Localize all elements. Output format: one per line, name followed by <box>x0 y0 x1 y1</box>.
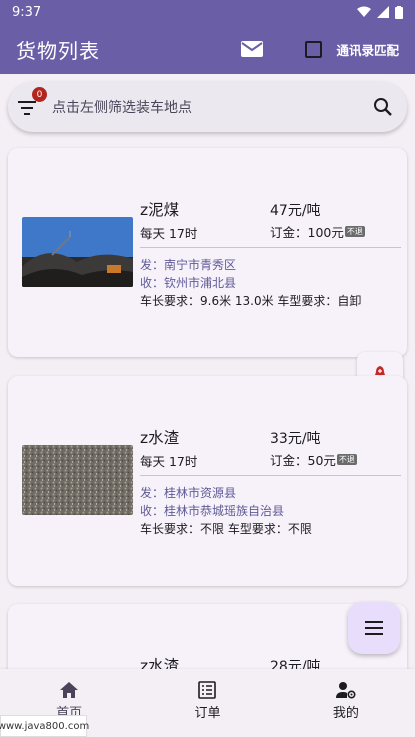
loading-time: 每天 17时 <box>140 226 198 241</box>
non-refundable-tag: 不退 <box>344 226 365 237</box>
menu-icon <box>365 621 383 635</box>
search-icon[interactable] <box>373 97 393 117</box>
nav-profile-label: 我的 <box>332 706 359 721</box>
goods-name: z泥煤 <box>140 201 180 219</box>
unit-price: 47元/吨 <box>270 203 321 219</box>
vehicle-requirement: 车长要求：不限 车型要求：不限 <box>140 522 312 536</box>
cargo-image <box>22 217 133 287</box>
battery-icon <box>395 5 403 19</box>
destination-address: 收：钦州市浦北县 <box>140 276 237 290</box>
contact-match-label[interactable]: 通讯录匹配 <box>336 40 399 59</box>
unit-price: 33元/吨 <box>270 431 321 447</box>
search-bar[interactable]: 0 点击左侧筛选装车地点 <box>8 82 407 132</box>
cargo-card[interactable]: z泥煤 每天 17时 47元/吨 订金：100元 不退 发：南宁市青秀区 收：钦… <box>8 148 407 357</box>
page-title: 货物列表 <box>16 38 100 63</box>
mail-icon[interactable] <box>241 41 264 57</box>
nav-orders[interactable]: 订单 <box>138 669 276 737</box>
origin-address: 发：南宁市青秀区 <box>140 258 237 272</box>
card-divider <box>140 247 401 248</box>
watermark: www.java800.com <box>0 715 89 737</box>
destination-address: 收：桂林市恭城瑶族自治县 <box>140 504 285 518</box>
vehicle-requirement: 车长要求：9.6米 13.0米 车型要求：自卸 <box>140 294 362 308</box>
status-time: 9:37 <box>12 4 42 20</box>
nav-profile[interactable]: 我的 <box>277 669 415 737</box>
home-icon <box>60 682 79 698</box>
loading-time: 每天 17时 <box>140 454 198 469</box>
contact-match-checkbox[interactable] <box>305 40 323 58</box>
search-placeholder[interactable]: 点击左侧筛选装车地点 <box>52 97 373 117</box>
non-refundable-tag: 不退 <box>336 454 357 465</box>
filter-icon <box>18 101 36 115</box>
filter-button[interactable]: 0 <box>18 87 47 117</box>
origin-address: 发：桂林市资源县 <box>140 486 237 500</box>
deposit-amount: 订金：100元 <box>270 225 344 240</box>
filter-count-badge: 0 <box>32 87 47 102</box>
cargo-card[interactable]: z水渣 每天 17时 33元/吨 订金：50元 不退 发：桂林市资源县 收：桂林… <box>8 376 407 586</box>
deposit: 订金：100元 不退 <box>270 222 365 241</box>
deposit: 订金：50元 不退 <box>270 450 357 469</box>
app-bar: 货物列表 通讯录匹配 <box>0 24 415 74</box>
user-settings-icon <box>335 682 356 699</box>
cargo-image <box>22 445 133 515</box>
wifi-icon <box>357 6 371 17</box>
list-icon <box>198 681 217 699</box>
menu-fab[interactable] <box>348 602 400 654</box>
goods-name: z水渣 <box>140 429 180 447</box>
status-bar: 9:37 <box>0 0 415 24</box>
signal-icon <box>377 6 389 18</box>
nav-orders-label: 订单 <box>194 706 221 721</box>
card-divider <box>140 475 401 476</box>
deposit-amount: 订金：50元 <box>270 453 336 468</box>
